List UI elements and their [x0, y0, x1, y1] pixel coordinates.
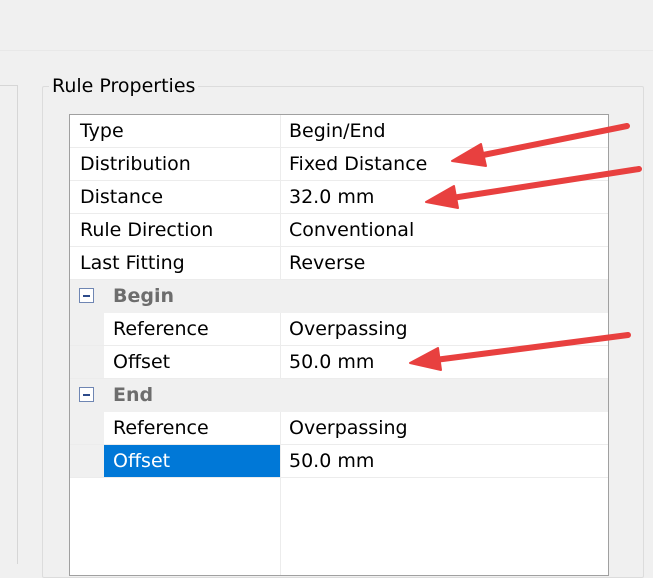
property-name: Distance — [80, 186, 164, 208]
selected-property-name[interactable]: Offset — [104, 445, 280, 478]
property-row-last-fitting[interactable]: Last Fitting Reverse — [70, 247, 608, 280]
property-name: Reference — [113, 318, 209, 340]
property-row-type[interactable]: Type Begin/End — [70, 115, 608, 148]
property-name: Offset — [113, 351, 171, 373]
property-name: Distribution — [80, 153, 191, 175]
property-grid[interactable]: Type Begin/End Distribution Fixed Distan… — [69, 114, 609, 576]
property-name: Reference — [113, 417, 209, 439]
toolbar-area — [0, 0, 653, 50]
property-name: Rule Direction — [80, 219, 214, 241]
property-value[interactable]: Conventional — [289, 214, 414, 247]
property-name: Last Fitting — [80, 252, 185, 274]
property-row-rule-direction[interactable]: Rule Direction Conventional — [70, 214, 608, 247]
category-label: End — [113, 384, 154, 406]
collapse-icon[interactable] — [79, 288, 94, 303]
collapse-icon[interactable] — [79, 387, 94, 402]
property-value[interactable]: Fixed Distance — [289, 148, 427, 181]
property-row-begin-reference[interactable]: Reference Overpassing — [70, 313, 608, 346]
property-name: Type — [80, 120, 124, 142]
property-value[interactable]: 32.0 mm — [289, 181, 374, 214]
category-label: Begin — [113, 285, 175, 307]
property-value[interactable]: Begin/End — [289, 115, 386, 148]
property-row-distance[interactable]: Distance 32.0 mm — [70, 181, 608, 214]
property-value[interactable]: Overpassing — [289, 313, 408, 346]
property-name: Offset — [113, 450, 171, 472]
property-row-begin-offset[interactable]: Offset 50.0 mm — [70, 346, 608, 379]
property-value[interactable]: Overpassing — [289, 412, 408, 445]
divider — [0, 50, 653, 51]
property-value[interactable]: Reverse — [289, 247, 365, 280]
category-end[interactable]: End — [70, 379, 608, 412]
groupbox-title: Rule Properties — [49, 73, 199, 99]
property-row-end-offset[interactable]: Offset 50.0 mm — [70, 445, 608, 478]
property-value[interactable]: 50.0 mm — [289, 346, 374, 379]
left-panel — [0, 85, 18, 564]
property-row-distribution[interactable]: Distribution Fixed Distance — [70, 148, 608, 181]
property-value[interactable]: 50.0 mm — [289, 445, 374, 478]
property-row-end-reference[interactable]: Reference Overpassing — [70, 412, 608, 445]
category-begin[interactable]: Begin — [70, 280, 608, 313]
